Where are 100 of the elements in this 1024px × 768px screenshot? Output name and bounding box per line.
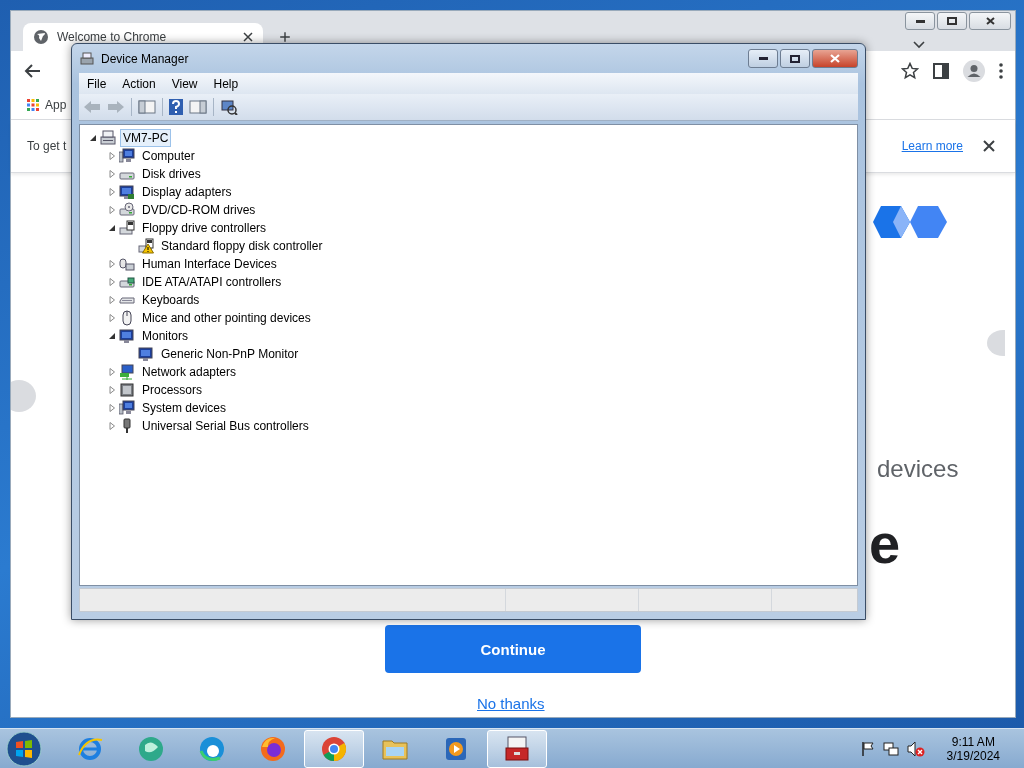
- hexagon-logo-icon: [873, 205, 947, 239]
- device-icon: [138, 238, 154, 254]
- tree-item[interactable]: Mice and other pointing devices: [139, 309, 314, 327]
- tree-item[interactable]: Standard floppy disk controller: [158, 237, 326, 255]
- decor-shape: [985, 327, 1005, 357]
- maximize-button[interactable]: [780, 49, 810, 68]
- expand-arrow-icon[interactable]: [107, 295, 117, 305]
- device-icon: [119, 148, 135, 164]
- clock-time[interactable]: 9:11 AM: [951, 735, 995, 749]
- continue-button[interactable]: Continue: [385, 625, 641, 673]
- device-icon: [119, 328, 135, 344]
- app-icon: [137, 735, 165, 763]
- close-icon[interactable]: [983, 140, 995, 152]
- expand-arrow-icon[interactable]: [107, 151, 117, 161]
- apps-grid-icon[interactable]: [27, 99, 39, 111]
- side-panel-icon[interactable]: [933, 63, 949, 79]
- expand-arrow-icon[interactable]: [107, 385, 117, 395]
- collapse-arrow-icon[interactable]: [107, 331, 117, 341]
- tree-item[interactable]: Keyboards: [139, 291, 203, 309]
- collapse-arrow-icon[interactable]: [107, 223, 117, 233]
- maximize-button[interactable]: [937, 12, 967, 30]
- learn-more-link[interactable]: Learn more: [901, 139, 963, 153]
- tree-item[interactable]: Universal Serial Bus controllers: [139, 417, 312, 435]
- close-button[interactable]: [812, 49, 858, 68]
- minimize-icon: [758, 57, 768, 60]
- tree-item[interactable]: Processors: [139, 381, 206, 399]
- chevron-icon[interactable]: [913, 41, 925, 49]
- profile-avatar-icon[interactable]: [963, 60, 985, 82]
- expand-arrow-icon[interactable]: [107, 259, 117, 269]
- tree-item[interactable]: Disk drives: [139, 165, 204, 183]
- minimize-button[interactable]: [905, 12, 935, 30]
- window-title: Device Manager: [101, 51, 190, 66]
- close-icon[interactable]: [243, 32, 253, 42]
- tree-item[interactable]: DVD/CD-ROM drives: [139, 201, 259, 219]
- device-icon: [119, 184, 135, 200]
- device-icon: [119, 400, 135, 416]
- bookmark-item[interactable]: App: [45, 98, 67, 112]
- network-icon[interactable]: [882, 741, 899, 757]
- device-icon: [119, 274, 135, 290]
- tree-item[interactable]: Display adapters: [139, 183, 235, 201]
- maximize-icon: [790, 54, 800, 63]
- star-icon[interactable]: [901, 62, 919, 80]
- tab-title: Welcome to Chrome: [57, 30, 168, 44]
- tree-item[interactable]: System devices: [139, 399, 230, 417]
- menu-icon[interactable]: [999, 63, 1003, 79]
- app-icon: [198, 735, 226, 763]
- device-icon: [119, 382, 135, 398]
- tree-item[interactable]: Generic Non-PnP Monitor: [158, 345, 302, 363]
- minimize-button[interactable]: [748, 49, 778, 68]
- tree-item[interactable]: Human Interface Devices: [139, 255, 280, 273]
- maximize-icon: [947, 17, 957, 25]
- device-icon: [138, 346, 154, 362]
- tree-item[interactable]: Network adapters: [139, 363, 240, 381]
- tree-item[interactable]: VM7-PC: [120, 129, 172, 147]
- expand-arrow-icon[interactable]: [107, 277, 117, 287]
- tree-item[interactable]: IDE ATA/ATAPI controllers: [139, 273, 285, 291]
- no-thanks-link[interactable]: No thanks: [477, 695, 545, 712]
- expand-arrow-icon[interactable]: [107, 169, 117, 179]
- collapse-arrow-icon[interactable]: [88, 133, 98, 143]
- menu-item[interactable]: File: [79, 76, 115, 91]
- flag-icon[interactable]: [860, 741, 875, 757]
- tree-item[interactable]: Floppy drive controllers: [139, 219, 270, 237]
- taskbar-button[interactable]: [487, 730, 547, 768]
- close-icon: [830, 54, 840, 63]
- app-icon: [76, 735, 104, 763]
- device-icon: [119, 220, 135, 236]
- clock-date[interactable]: 3/19/2024: [946, 749, 1000, 763]
- app-icon: [503, 735, 531, 763]
- close-icon: [985, 17, 995, 25]
- muted-speaker-icon[interactable]: [906, 741, 925, 757]
- console-tree-icon[interactable]: [138, 100, 156, 114]
- app-icon: [320, 735, 348, 763]
- app-icon: [259, 735, 287, 763]
- start-orb-icon[interactable]: [6, 731, 42, 767]
- menu-item[interactable]: Help: [205, 76, 247, 91]
- tree-item[interactable]: Monitors: [139, 327, 191, 345]
- scan-hardware-icon[interactable]: [220, 99, 238, 115]
- decor-shape: [11, 379, 37, 413]
- device-icon: [119, 202, 135, 218]
- new-tab-icon[interactable]: [277, 29, 293, 45]
- device-icon: [119, 364, 135, 380]
- back-arrow-icon[interactable]: [23, 63, 41, 79]
- device-icon: [100, 130, 116, 146]
- expand-arrow-icon[interactable]: [107, 187, 117, 197]
- expand-arrow-icon[interactable]: [107, 367, 117, 377]
- expand-arrow-icon[interactable]: [107, 403, 117, 413]
- close-button[interactable]: [969, 12, 1011, 30]
- title-fragment: e: [869, 511, 901, 576]
- action-pane-icon[interactable]: [189, 100, 207, 114]
- help-icon[interactable]: [169, 99, 183, 115]
- taskbar-button[interactable]: [304, 730, 364, 768]
- heading-fragment: devices: [877, 455, 959, 483]
- tree-item[interactable]: Computer: [139, 147, 198, 165]
- expand-arrow-icon[interactable]: [107, 313, 117, 323]
- expand-arrow-icon[interactable]: [107, 421, 117, 431]
- menu-item[interactable]: Action: [114, 76, 164, 91]
- menu-item[interactable]: View: [163, 76, 206, 91]
- device-icon: [119, 310, 135, 326]
- device-icon: [119, 256, 135, 272]
- expand-arrow-icon[interactable]: [107, 205, 117, 215]
